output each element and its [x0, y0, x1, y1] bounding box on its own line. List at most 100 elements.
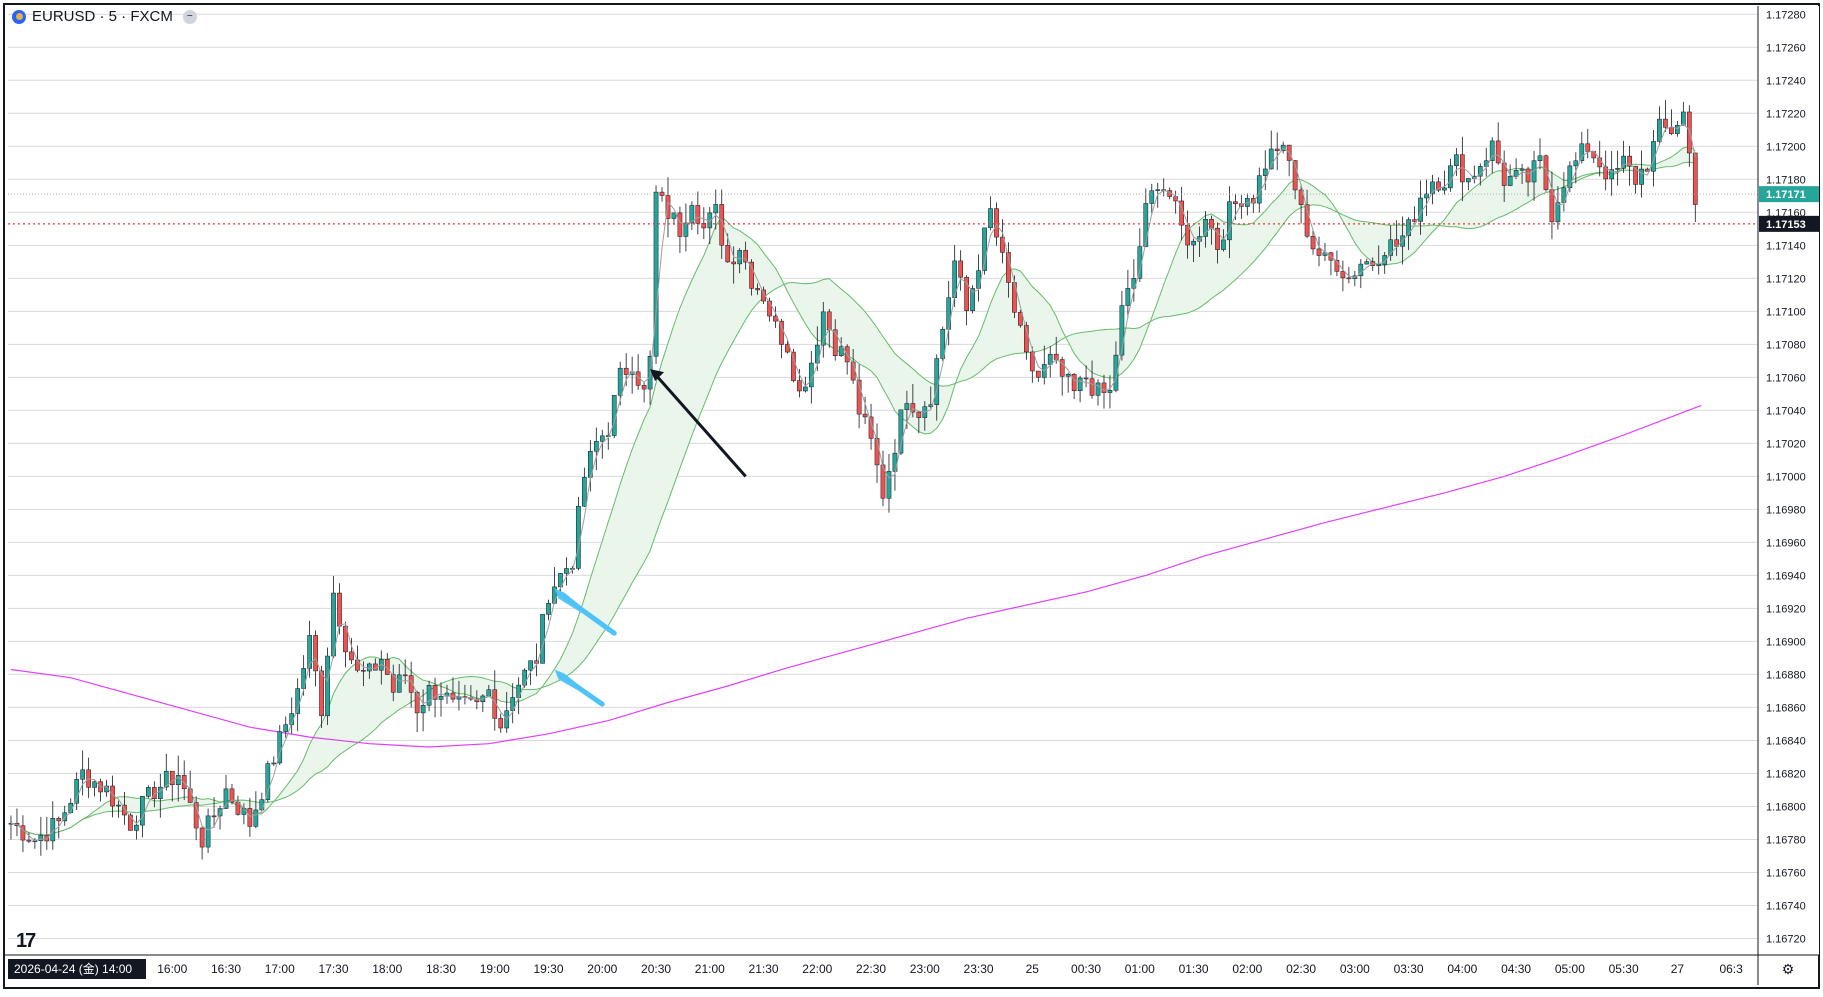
candle-body[interactable] — [528, 660, 533, 671]
candle-body[interactable] — [80, 769, 85, 780]
candle-body[interactable] — [1519, 168, 1525, 171]
symbol-header[interactable]: EURUSD · 5 · FXCM − — [12, 8, 197, 25]
candle-body[interactable] — [904, 403, 910, 411]
candle-body[interactable] — [157, 786, 163, 799]
candle-body[interactable] — [265, 763, 271, 800]
candle-body[interactable] — [146, 787, 151, 797]
candle-body[interactable] — [576, 506, 581, 569]
candle-body[interactable] — [1448, 165, 1453, 189]
candle-body[interactable] — [1692, 152, 1698, 205]
candle-body[interactable] — [1071, 374, 1077, 391]
candle-body[interactable] — [223, 788, 229, 809]
candle-body[interactable] — [1077, 377, 1083, 391]
candle-body[interactable] — [1233, 201, 1238, 204]
candle-body[interactable] — [26, 839, 32, 842]
candle-body[interactable] — [737, 250, 742, 265]
candle-body[interactable] — [1507, 176, 1513, 186]
candle-body[interactable] — [367, 663, 372, 672]
candle-body[interactable] — [832, 329, 838, 356]
minimize-icon[interactable]: − — [182, 9, 197, 24]
candle-body[interactable] — [1442, 187, 1447, 191]
candle-body[interactable] — [1376, 264, 1382, 266]
candle-body[interactable] — [1663, 118, 1668, 128]
candle-body[interactable] — [826, 311, 832, 331]
candle-body[interactable] — [731, 261, 737, 265]
candle-body[interactable] — [199, 827, 205, 848]
candle-body[interactable] — [337, 592, 342, 627]
candle-body[interactable] — [486, 689, 492, 697]
candle-body[interactable] — [564, 568, 569, 574]
candle-body[interactable] — [1083, 377, 1089, 380]
candle-body[interactable] — [582, 477, 587, 507]
candle-body[interactable] — [217, 808, 223, 817]
candle-body[interactable] — [808, 362, 814, 388]
candle-body[interactable] — [1227, 201, 1232, 241]
candle-body[interactable] — [1149, 190, 1155, 204]
candle-body[interactable] — [1639, 168, 1644, 185]
candle-body[interactable] — [791, 351, 796, 381]
candle-body[interactable] — [92, 781, 97, 788]
candle-body[interactable] — [976, 270, 981, 289]
candle-body[interactable] — [187, 788, 193, 803]
candle-body[interactable] — [1089, 378, 1095, 396]
candle-body[interactable] — [713, 204, 719, 214]
candle-body[interactable] — [56, 818, 62, 822]
candle-body[interactable] — [116, 804, 121, 807]
candle-body[interactable] — [988, 208, 993, 229]
candle-body[interactable] — [438, 695, 444, 700]
candle-body[interactable] — [253, 809, 259, 827]
candle-body[interactable] — [916, 411, 922, 418]
candle-body[interactable] — [325, 655, 330, 717]
candle-body[interactable] — [1101, 382, 1107, 393]
candle-body[interactable] — [402, 674, 408, 677]
candle-body[interactable] — [641, 385, 647, 390]
candle-body[interactable] — [1262, 168, 1268, 176]
candle-body[interactable] — [1525, 168, 1531, 183]
candle-body[interactable] — [522, 669, 527, 686]
candle-body[interactable] — [1143, 203, 1149, 247]
candle-body[interactable] — [546, 603, 551, 615]
candle-body[interactable] — [283, 724, 289, 732]
settings-gear-icon[interactable]: ⚙ — [1782, 961, 1795, 977]
candle-body[interactable] — [617, 367, 623, 396]
candle-body[interactable] — [755, 288, 760, 291]
candle-body[interactable] — [313, 635, 318, 672]
candle-body[interactable] — [540, 614, 545, 664]
candle-body[interactable] — [725, 244, 731, 263]
candle-body[interactable] — [1047, 353, 1053, 365]
candle-body[interactable] — [1346, 277, 1352, 280]
candle-body[interactable] — [1274, 148, 1280, 152]
candle-body[interactable] — [1340, 271, 1346, 279]
candle-body[interactable] — [1209, 218, 1214, 229]
candle-body[interactable] — [1155, 189, 1161, 191]
candle-body[interactable] — [1657, 118, 1662, 142]
candle-body[interactable] — [671, 212, 677, 219]
candle-body[interactable] — [749, 261, 754, 289]
candle-body[interactable] — [946, 297, 952, 330]
candle-body[interactable] — [205, 815, 211, 848]
candle-body[interactable] — [1495, 140, 1501, 164]
candle-body[interactable] — [838, 346, 844, 356]
candle-body[interactable] — [1573, 160, 1579, 167]
candle-body[interactable] — [623, 367, 629, 375]
candle-body[interactable] — [247, 808, 253, 827]
candle-body[interactable] — [1579, 143, 1585, 162]
candle-body[interactable] — [683, 222, 689, 237]
candle-body[interactable] — [241, 808, 247, 815]
candle-body[interactable] — [1310, 235, 1316, 250]
candle-body[interactable] — [1585, 143, 1591, 152]
candle-body[interactable] — [1053, 353, 1059, 360]
candle-body[interactable] — [1364, 261, 1370, 265]
candle-body[interactable] — [1035, 370, 1041, 378]
candle-body[interactable] — [1669, 127, 1674, 134]
candle-body[interactable] — [1537, 155, 1543, 161]
candle-body[interactable] — [349, 651, 354, 661]
tradingview-logo-icon[interactable]: 17 — [16, 930, 36, 953]
candle-body[interactable] — [44, 834, 50, 842]
candle-body[interactable] — [140, 796, 145, 826]
candle-body[interactable] — [1191, 240, 1196, 246]
candle-body[interactable] — [1418, 197, 1423, 222]
candle-body[interactable] — [498, 718, 504, 729]
price-chart[interactable]: 1.17280 1.17260 1.17240 1.17220 1.17200 1.171… — [0, 0, 1823, 992]
candle-body[interactable] — [677, 212, 683, 237]
